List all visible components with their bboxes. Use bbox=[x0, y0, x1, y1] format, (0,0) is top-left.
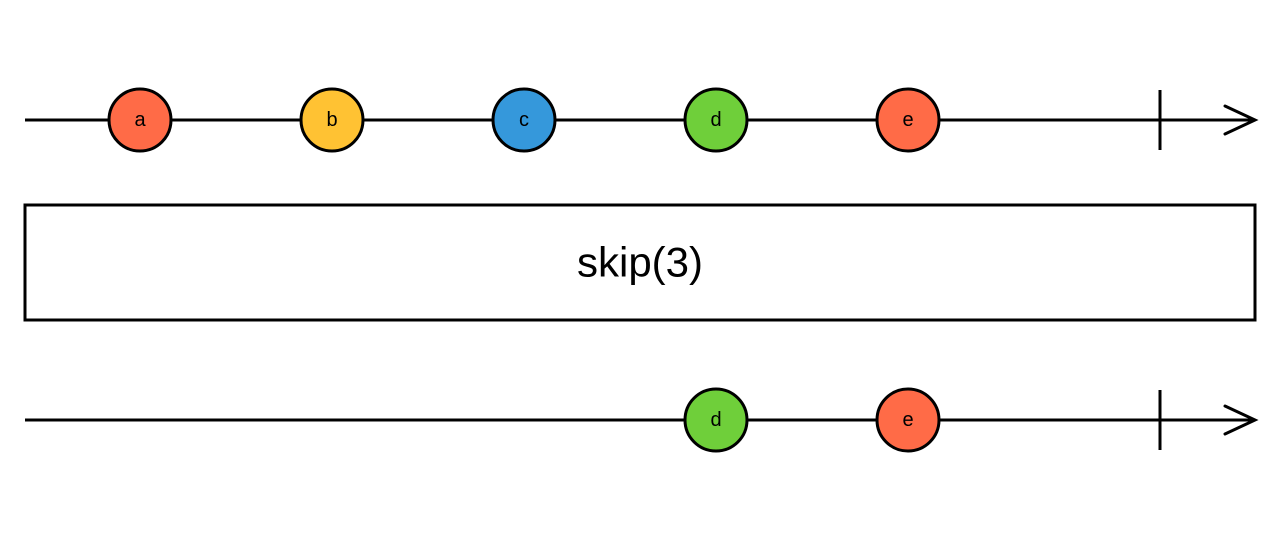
result-timeline: d e bbox=[25, 389, 1255, 451]
marble-label: a bbox=[134, 109, 146, 131]
marble-label: c bbox=[519, 109, 529, 131]
marble-label: d bbox=[710, 109, 721, 131]
operator-label: skip(3) bbox=[577, 239, 703, 286]
operator-box: skip(3) bbox=[25, 205, 1255, 320]
marble-c: c bbox=[493, 89, 555, 151]
marble-label: b bbox=[326, 109, 337, 131]
marble-label: e bbox=[902, 109, 913, 131]
source-timeline: a b c d e bbox=[25, 89, 1255, 151]
marble-d: d bbox=[685, 389, 747, 451]
marble-label: d bbox=[710, 409, 721, 431]
marble-e: e bbox=[877, 389, 939, 451]
marble-e: e bbox=[877, 89, 939, 151]
marble-diagram: a b c d e skip(3) d bbox=[0, 0, 1280, 540]
marble-a: a bbox=[109, 89, 171, 151]
marble-b: b bbox=[301, 89, 363, 151]
marble-d: d bbox=[685, 89, 747, 151]
marble-label: e bbox=[902, 409, 913, 431]
